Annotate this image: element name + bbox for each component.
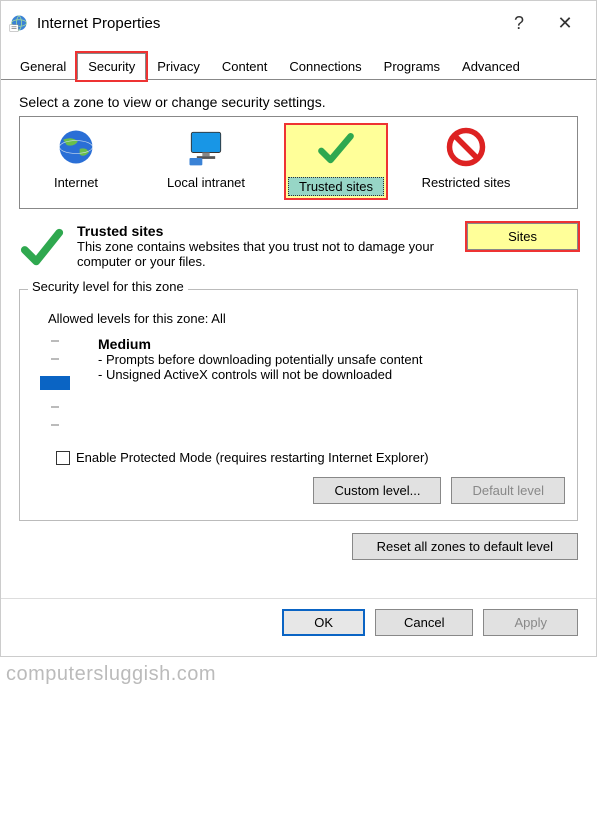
allowed-levels-label: Allowed levels for this zone: All (48, 311, 565, 326)
zone-trusted-sites[interactable]: Trusted sites (286, 125, 386, 198)
watermark-text: computersluggish.com (0, 657, 597, 692)
tab-security[interactable]: Security (77, 53, 146, 80)
zone-heading: Trusted sites (77, 223, 163, 239)
window-title: Internet Properties (37, 15, 496, 32)
default-level-button[interactable]: Default level (451, 477, 565, 504)
dialog-button-row: OK Cancel Apply (1, 598, 596, 656)
zone-body-text: This zone contains websites that you tru… (77, 239, 434, 269)
slider-thumb[interactable] (40, 376, 70, 390)
zone-prompt-label: Select a zone to view or change security… (19, 94, 578, 110)
internet-properties-window: Internet Properties ? ✕ General Security… (0, 0, 597, 657)
groupbox-title: Security level for this zone (28, 279, 188, 294)
zone-local-intranet[interactable]: Local intranet (156, 125, 256, 198)
window-titlebar: Internet Properties ? ✕ (1, 1, 596, 45)
no-entry-icon (444, 125, 488, 169)
checkmark-icon (314, 127, 358, 171)
ok-button[interactable]: OK (282, 609, 365, 636)
tab-privacy[interactable]: Privacy (146, 53, 211, 79)
sites-button[interactable]: Sites (467, 223, 578, 250)
internet-options-icon (9, 13, 29, 33)
tab-general[interactable]: General (9, 53, 77, 79)
tab-content[interactable]: Content (211, 53, 279, 79)
zone-description: Trusted sites This zone contains website… (19, 223, 578, 271)
globe-icon (54, 125, 98, 169)
cancel-button[interactable]: Cancel (375, 609, 473, 636)
protected-mode-checkbox-row[interactable]: Enable Protected Mode (requires restarti… (56, 450, 565, 465)
checkmark-large-icon (19, 225, 65, 271)
security-level-slider[interactable] (32, 336, 78, 426)
close-button[interactable]: ✕ (542, 13, 588, 34)
security-level-name: Medium (98, 336, 151, 352)
help-button[interactable]: ? (496, 13, 542, 34)
zone-internet-label: Internet (26, 175, 126, 190)
protected-mode-label: Enable Protected Mode (requires restarti… (76, 450, 429, 465)
zone-trusted-sites-label: Trusted sites (288, 177, 384, 196)
tab-programs[interactable]: Programs (373, 53, 451, 79)
security-level-desc1: - Prompts before downloading potentially… (98, 352, 422, 367)
tab-connections[interactable]: Connections (278, 53, 372, 79)
security-level-groupbox: Security level for this zone Allowed lev… (19, 289, 578, 521)
tab-advanced[interactable]: Advanced (451, 53, 531, 79)
security-level-desc2: - Unsigned ActiveX controls will not be … (98, 367, 392, 382)
zone-internet[interactable]: Internet (26, 125, 126, 198)
zone-local-intranet-label: Local intranet (156, 175, 256, 190)
checkbox-icon[interactable] (56, 451, 70, 465)
security-tab-panel: Select a zone to view or change security… (1, 80, 596, 598)
zone-selector: Internet Local intranet Trusted sites Re… (19, 116, 578, 209)
reset-all-zones-button[interactable]: Reset all zones to default level (352, 533, 578, 560)
apply-button[interactable]: Apply (483, 609, 578, 636)
zone-restricted-sites-label: Restricted sites (416, 175, 516, 190)
zone-restricted-sites[interactable]: Restricted sites (416, 125, 516, 198)
tab-bar: General Security Privacy Content Connect… (1, 45, 596, 80)
monitor-icon (184, 125, 228, 169)
custom-level-button[interactable]: Custom level... (313, 477, 441, 504)
